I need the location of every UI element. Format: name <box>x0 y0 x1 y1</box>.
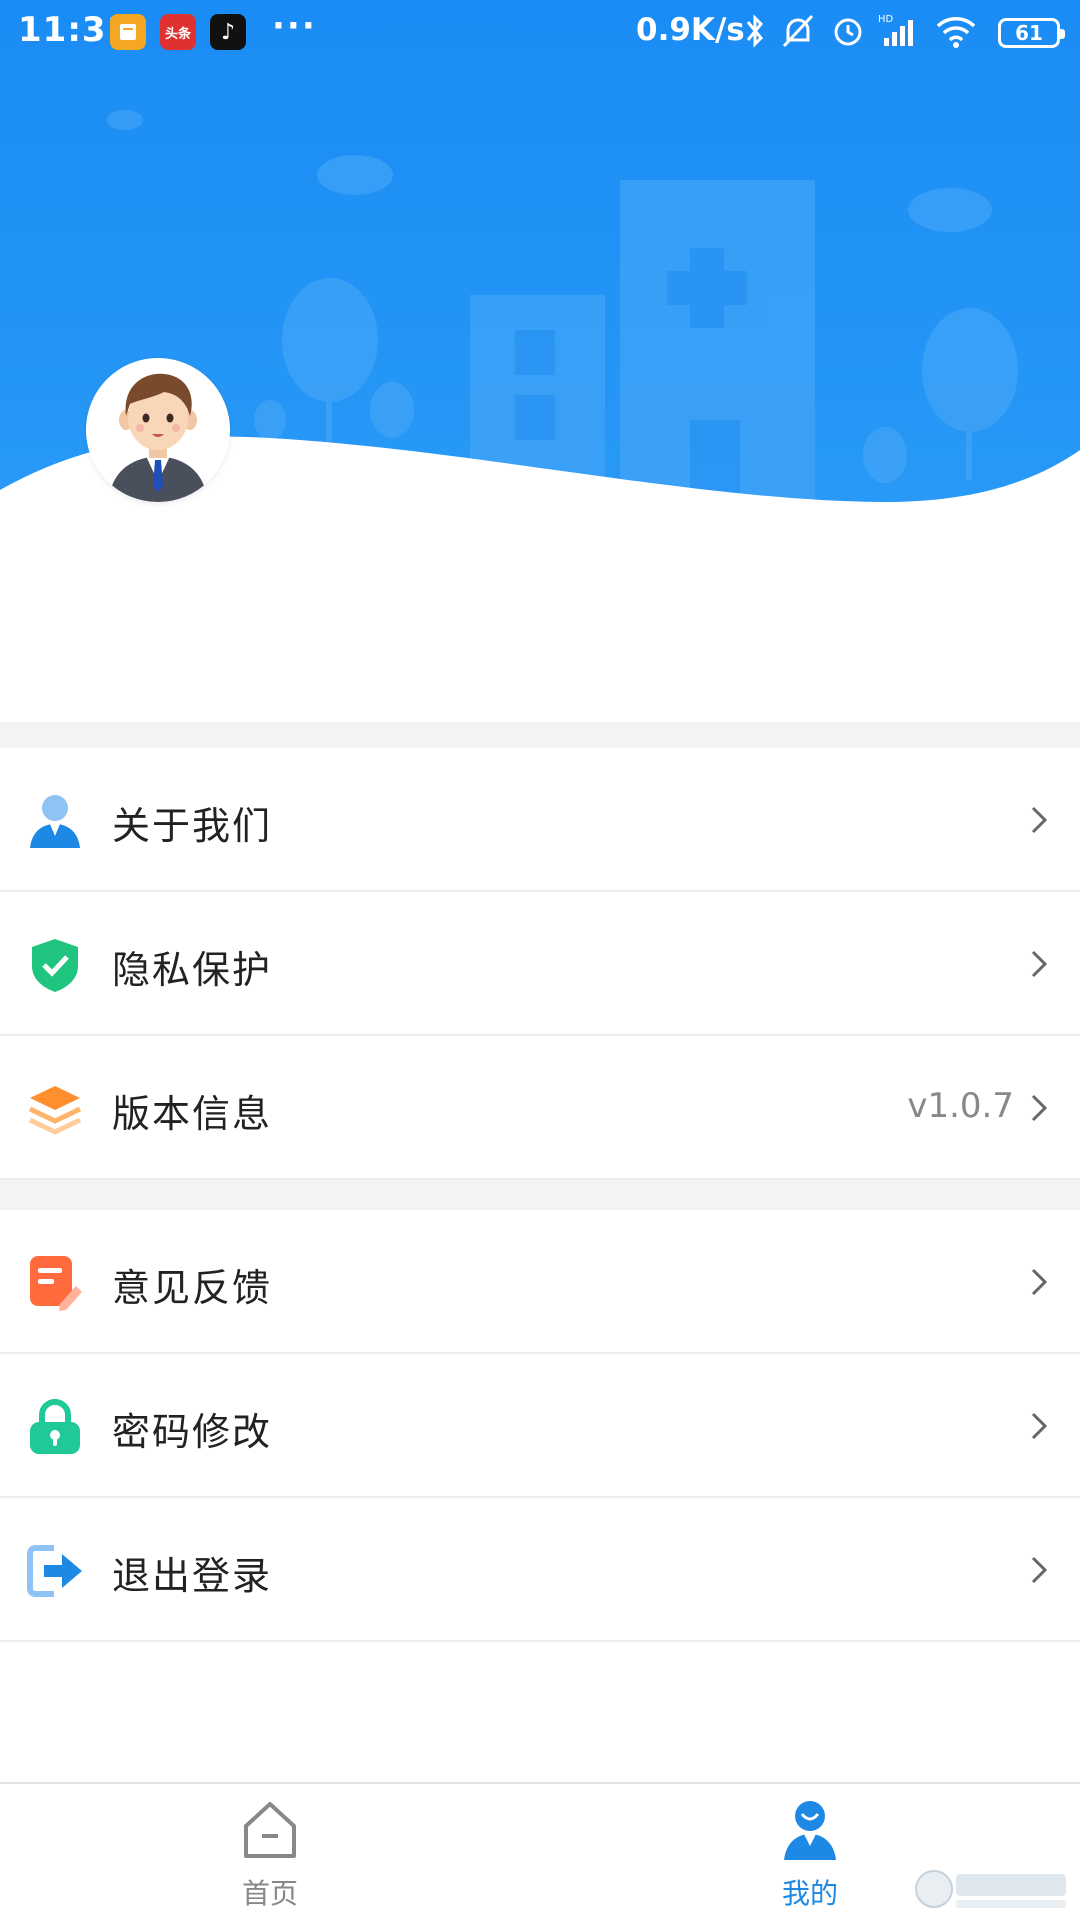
user-avatar-icon[interactable] <box>86 358 230 502</box>
chevron-right-icon <box>1031 1268 1048 1296</box>
home-icon <box>244 1802 296 1858</box>
tiktok-app-icon: ♪ <box>210 14 246 50</box>
menu-item-version[interactable]: 版本信息 v1.0.7 <box>0 1036 1080 1180</box>
menu-item-label: 版本信息 <box>112 1092 273 1136</box>
alarm-icon <box>834 18 862 46</box>
about-us-icon <box>30 795 80 848</box>
menu-item-label: 关于我们 <box>112 804 273 848</box>
version-layers-icon <box>28 1086 82 1135</box>
menu-item-label: 密码修改 <box>112 1410 273 1454</box>
toutiao-app-icon: 头条 <box>160 14 196 50</box>
logout-icon <box>27 1545 82 1597</box>
profile-header: 11:31 头条 ♪ ··· 0.9K/s HD 61 <box>0 0 1080 580</box>
chevron-right-icon <box>1031 1412 1048 1440</box>
feedback-icon <box>30 1256 82 1311</box>
notes-app-icon <box>110 14 146 50</box>
menu-item-privacy[interactable]: 隐私保护 <box>0 892 1080 1036</box>
lock-icon <box>30 1399 80 1454</box>
tab-mine[interactable]: 我的 <box>710 1784 910 1922</box>
section-divider <box>0 1180 1080 1210</box>
version-number: v1.0.7 <box>907 1086 1014 1126</box>
status-bar: 11:31 头条 ♪ ··· 0.9K/s HD 61 <box>0 0 1080 64</box>
mine-person-icon <box>784 1801 836 1860</box>
menu-item-change-password[interactable]: 密码修改 <box>0 1354 1080 1498</box>
network-speed: 0.9K/s <box>636 12 745 48</box>
more-notifications-icon: ··· <box>272 6 317 46</box>
tab-label: 我的 <box>781 1877 838 1910</box>
svg-text:HD: HD <box>878 14 894 25</box>
bluetooth-icon <box>746 14 764 48</box>
privacy-shield-icon <box>32 939 78 992</box>
menu-item-label: 意见反馈 <box>112 1266 273 1310</box>
menu-item-about-us[interactable]: 关于我们 <box>0 748 1080 892</box>
chevron-right-icon <box>1031 806 1048 834</box>
signal-icon: HD <box>878 14 913 46</box>
chevron-right-icon <box>1031 950 1048 978</box>
chevron-right-icon <box>1031 1094 1048 1122</box>
battery-indicator: 61 <box>998 18 1065 48</box>
mute-bell-icon <box>782 14 814 48</box>
tab-home[interactable]: 首页 <box>170 1784 370 1922</box>
tab-label: 首页 <box>241 1877 298 1910</box>
wifi-icon <box>936 17 976 48</box>
menu-item-label: 退出登录 <box>112 1554 273 1598</box>
chevron-right-icon <box>1031 1556 1048 1584</box>
site-watermark-logo <box>915 1870 1066 1908</box>
menu-item-logout[interactable]: 退出登录 <box>0 1498 1080 1642</box>
menu-item-feedback[interactable]: 意见反馈 <box>0 1210 1080 1354</box>
section-divider <box>0 722 1080 748</box>
menu-item-label: 隐私保护 <box>112 948 273 992</box>
